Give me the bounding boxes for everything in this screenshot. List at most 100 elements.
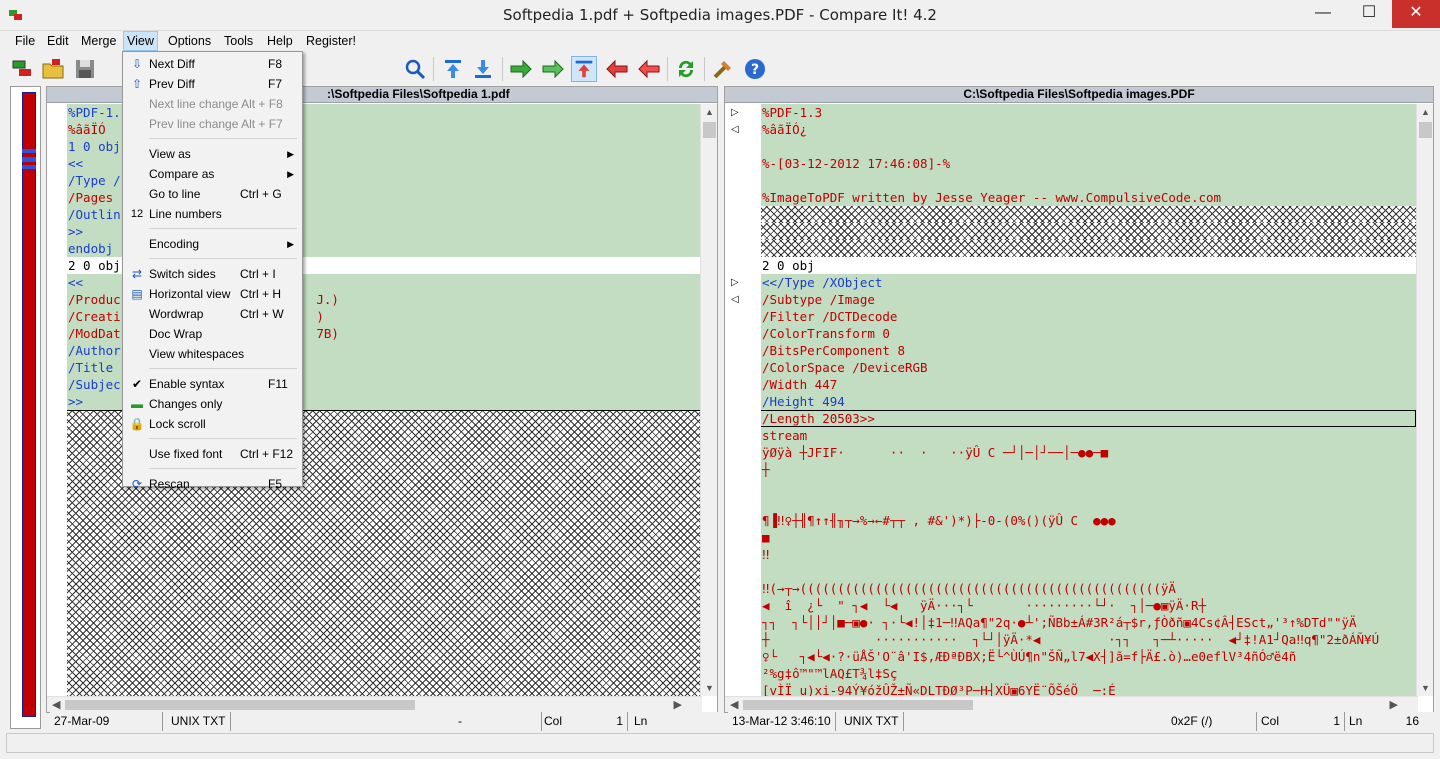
scroll-left-icon[interactable]: ◀ — [730, 698, 738, 711]
code-line[interactable]: ┼ ··········· ┐└┘│ÿÄ·*◀ ·┐┐ ┐─┴····· ◀┘‡… — [761, 631, 1416, 648]
view-menu-item-doc-wrap[interactable]: Doc Wrap — [125, 324, 300, 344]
search-icon[interactable] — [402, 56, 428, 82]
code-line[interactable]: /ColorSpace /DeviceRGB — [761, 359, 1416, 376]
copy-left-icon[interactable] — [604, 56, 630, 82]
menu-options[interactable]: Options — [165, 32, 214, 50]
code-line[interactable]: ♀└ ┐◀└◀·?·üÅŠ'O¨â'I$,ÆÐªÐBX;Ë└^ÙÚ¶n"ŠÑ„l… — [761, 648, 1416, 665]
code-line[interactable]: /Width 447 — [761, 376, 1416, 393]
maximize-button[interactable]: ☐ — [1346, 0, 1392, 28]
code-line[interactable]: ¶▐‼♀┼╢¶↑↑╢╖┬→%→←#┬┬ , #&')*)├-0-(0%()(ÿÛ… — [761, 512, 1416, 529]
save-icon[interactable] — [72, 56, 98, 82]
right-file-pane[interactable]: C:\Softpedia Files\Softpedia images.PDF … — [724, 86, 1434, 713]
code-line[interactable]: <</Type /XObject — [761, 274, 1416, 291]
first-diff-icon[interactable] — [440, 56, 466, 82]
code-line[interactable] — [761, 495, 1416, 512]
menu-merge[interactable]: Merge — [78, 32, 119, 50]
code-line[interactable]: ÿØÿà ┼JFIF· ·· · ··ÿÛ C ─┘│─│┘──│─●●─■ — [761, 444, 1416, 461]
menu-view[interactable]: View — [123, 31, 158, 51]
view-menu-item-line-numbers[interactable]: 12 Line numbers — [125, 204, 300, 224]
minimize-button[interactable]: — — [1300, 0, 1346, 28]
last-diff-icon[interactable] — [470, 56, 496, 82]
code-line[interactable]: ²%g‡ô™"™lAQ£T¾l‡Sç — [761, 665, 1416, 682]
scroll-thumb[interactable] — [65, 700, 415, 710]
new-compare-icon[interactable] — [10, 56, 36, 82]
code-line[interactable]: %-[03-12-2012 17:46:08]-% — [761, 155, 1416, 172]
code-line[interactable]: stream — [761, 427, 1416, 444]
code-line[interactable]: ◀ î ¿└ " ┐◀ └◀ ÿÄ···┐└ ·········└┘· ┐│─●… — [761, 597, 1416, 614]
right-text-area[interactable]: %PDF-1.3 %âãÏÓ¿ %-[03-12-2012 17:46:08]-%%… — [761, 104, 1416, 696]
code-line[interactable]: ‼(→┬→(((((((((((((((((((((((((((((((((((… — [761, 580, 1416, 597]
view-menu-item-prev-line-change-alt-f7[interactable]: Prev line change Alt + F7 — [125, 114, 300, 134]
view-menu-item-horizontal-view[interactable]: ▤ Horizontal view Ctrl + H — [125, 284, 300, 304]
view-menu-item-lock-scroll[interactable]: 🔒 Lock scroll — [125, 414, 300, 434]
code-line[interactable]: /Subtype /Image — [761, 291, 1416, 308]
view-menu-item-go-to-line[interactable]: Go to line Ctrl + G — [125, 184, 300, 204]
code-line[interactable]: ■ — [761, 529, 1416, 546]
code-line[interactable]: %PDF-1.3 — [761, 104, 1416, 121]
code-line[interactable]: 2 0 obj — [761, 257, 1416, 274]
code-line[interactable]: /ColorTransform 0 — [761, 325, 1416, 342]
code-line[interactable]: /Filter /DCTDecode — [761, 308, 1416, 325]
next-diff-icon: ⇩ — [131, 57, 143, 71]
menu-item-label: View as — [149, 147, 191, 161]
scroll-thumb[interactable] — [703, 122, 716, 138]
code-line[interactable]: %âãÏÓ¿ — [761, 121, 1416, 138]
code-line[interactable]: /BitsPerComponent 8 — [761, 342, 1416, 359]
left-vertical-scrollbar[interactable]: ▲ ▼ — [700, 104, 717, 696]
help-icon[interactable]: ? — [742, 56, 768, 82]
right-horizontal-scrollbar[interactable]: ◀ ▶ — [725, 696, 1418, 712]
menu-register[interactable]: Register! — [303, 32, 359, 50]
view-menu-item-enable-syntax[interactable]: ✔ Enable syntax F11 — [125, 374, 300, 394]
scroll-up-icon[interactable]: ▲ — [705, 107, 714, 117]
merge-down-icon[interactable] — [571, 56, 597, 82]
scroll-down-icon[interactable]: ▼ — [705, 683, 714, 693]
code-line[interactable]: ┐┐ ┐└││┘│■─▣●· ┐·└◀!│‡1─‼AQa¶"2q·●┴';ÑBb… — [761, 614, 1416, 631]
code-line[interactable]: [vÌÏ u)xi-94Ý¥óžÛŽ±Ñ«DLTÐØ³P─H┤XÜ▣6YË¨ÕŠ… — [761, 682, 1416, 696]
code-line[interactable]: %ImageToPDF written by Jesse Yeager -- w… — [761, 189, 1416, 206]
scroll-right-icon[interactable]: ▶ — [1390, 698, 1398, 711]
menu-edit[interactable]: Edit — [44, 32, 72, 50]
view-menu-item-rescan[interactable]: ⟳ Rescan F5 — [125, 474, 300, 494]
menu-help[interactable]: Help — [264, 32, 296, 50]
right-vertical-scrollbar[interactable]: ▲ ▼ — [1416, 104, 1433, 696]
view-menu-item-next-line-change-alt-f8[interactable]: Next line change Alt + F8 — [125, 94, 300, 114]
rescan-icon[interactable] — [673, 56, 699, 82]
view-menu-item-use-fixed-font[interactable]: Use fixed font Ctrl + F12 — [125, 444, 300, 464]
scroll-thumb[interactable] — [1419, 122, 1432, 138]
view-menu-item-view-whitespaces[interactable]: View whitespaces — [125, 344, 300, 364]
left-horizontal-scrollbar[interactable]: ◀ ▶ — [47, 696, 702, 712]
code-line[interactable]: /Height 494 — [761, 393, 1416, 410]
scroll-up-icon[interactable]: ▲ — [1421, 107, 1430, 117]
view-menu-item-wordwrap[interactable]: Wordwrap Ctrl + W — [125, 304, 300, 324]
scroll-thumb[interactable] — [743, 700, 973, 710]
code-line[interactable] — [761, 563, 1416, 580]
open-folder-icon[interactable] — [40, 56, 66, 82]
menu-tools[interactable]: Tools — [221, 32, 256, 50]
code-line[interactable] — [761, 138, 1416, 155]
view-menu-item-next-diff[interactable]: ⇩ Next Diff F8 — [125, 54, 300, 74]
difference-map[interactable] — [10, 86, 41, 729]
view-menu-item-encoding[interactable]: Encoding ▶ — [125, 234, 300, 254]
view-menu-item-compare-as[interactable]: Compare as ▶ — [125, 164, 300, 184]
view-menu-item-switch-sides[interactable]: ⇄ Switch sides Ctrl + I — [125, 264, 300, 284]
options-tools-icon[interactable] — [710, 56, 736, 82]
close-button[interactable]: ✕ — [1392, 0, 1440, 28]
code-line[interactable] — [761, 478, 1416, 495]
copy-right-next-icon[interactable] — [540, 56, 566, 82]
view-menu-item-view-as[interactable]: View as ▶ — [125, 144, 300, 164]
code-line[interactable] — [761, 223, 1416, 240]
scroll-left-icon[interactable]: ◀ — [52, 698, 60, 711]
scroll-right-icon[interactable]: ▶ — [674, 698, 682, 711]
copy-left-next-icon[interactable] — [636, 56, 662, 82]
submenu-arrow-icon: ▶ — [287, 239, 294, 249]
scroll-down-icon[interactable]: ▼ — [1421, 683, 1430, 693]
menu-file[interactable]: File — [12, 32, 38, 50]
view-menu-item-changes-only[interactable]: ▬ Changes only — [125, 394, 300, 414]
copy-right-icon[interactable] — [508, 56, 534, 82]
code-line[interactable] — [761, 172, 1416, 189]
view-menu-item-prev-diff[interactable]: ⇧ Prev Diff F7 — [125, 74, 300, 94]
code-line[interactable] — [761, 240, 1416, 257]
code-line[interactable]: ‼ — [761, 546, 1416, 563]
code-line[interactable]: ┼ — [761, 461, 1416, 478]
code-line[interactable] — [761, 206, 1416, 223]
